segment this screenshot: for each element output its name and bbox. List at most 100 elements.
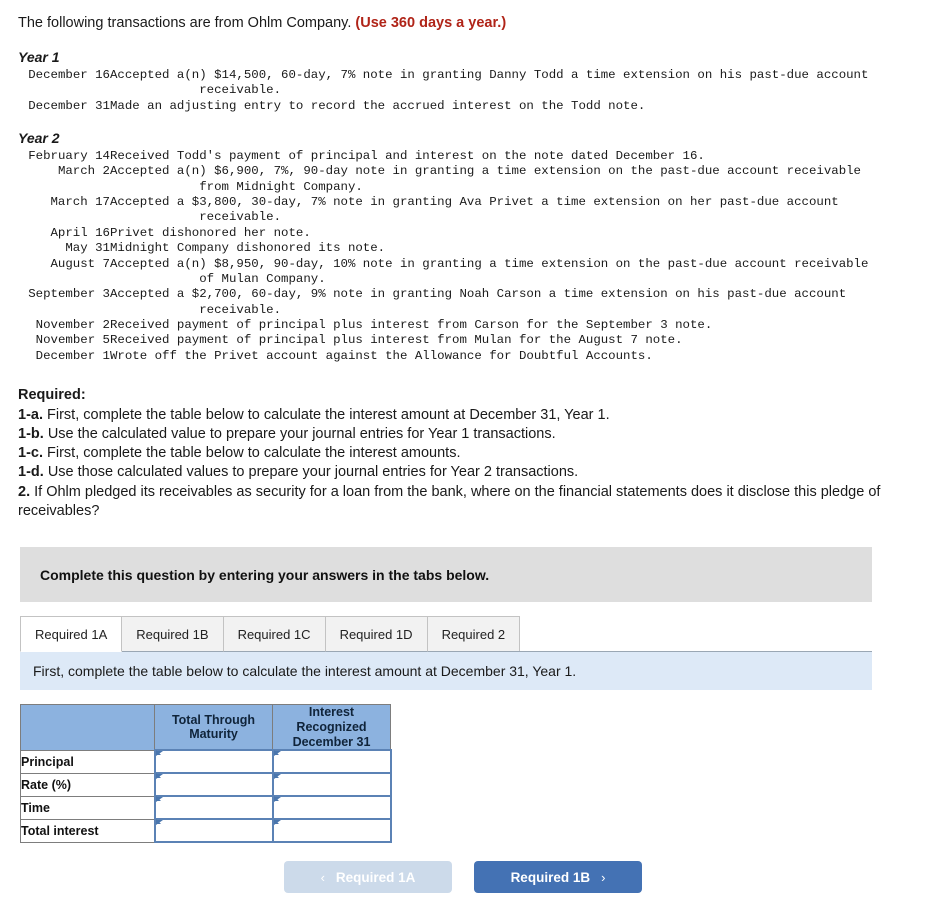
year2-transactions-body: February 14 Received Todd's payment of pr… — [18, 149, 913, 364]
answer-input-cell[interactable] — [153, 795, 274, 821]
answer-row-label: Principal — [20, 749, 155, 774]
answer-table-corner-cell — [20, 704, 155, 751]
answer-input-cell[interactable] — [153, 772, 274, 798]
tab-required-1b[interactable]: Required 1B — [121, 616, 224, 653]
answer-input-cell[interactable] — [153, 818, 274, 844]
required-item-text: Use the calculated value to prepare your… — [47, 425, 556, 442]
required-item-label: 2. — [18, 483, 35, 500]
intro-text: The following transactions are from Ohlm… — [18, 15, 352, 31]
transaction-row: April 16 Privet dishonored her note. — [18, 226, 913, 241]
required-item-text: First, complete the table below to calcu… — [47, 445, 461, 462]
transaction-description: Accepted a(n) $14,500, 60-day, 7% note i… — [110, 67, 869, 98]
answer-table-column-header: Total Through Maturity — [154, 704, 273, 751]
tab-instruction-text: First, complete the table below to calcu… — [33, 663, 577, 680]
answer-input-cell[interactable] — [271, 749, 392, 775]
transaction-row: May 31 Midnight Company dishonored its no… — [18, 241, 913, 256]
tab-required-1c[interactable]: Required 1C — [222, 616, 326, 653]
tab-label: Required 2 — [441, 627, 506, 643]
chevron-right-icon: › — [601, 869, 606, 885]
interest-calculation-table: Total Through Maturity Interest Recognize… — [20, 704, 392, 844]
intro-paragraph: The following transactions are from Ohlm… — [0, 0, 926, 33]
cell-marker-icon — [155, 750, 163, 757]
answer-table-head: Total Through Maturity Interest Recognize… — [20, 704, 391, 751]
tab-navigation: ‹ Required 1A Required 1B › — [0, 861, 926, 917]
tab-required-1d[interactable]: Required 1D — [324, 616, 428, 653]
transaction-description: Midnight Company dishonored its note. — [110, 241, 386, 256]
transaction-description: Accepted a $2,700, 60-day, 9% note in gr… — [110, 287, 847, 317]
transaction-row: August 7 Accepted a(n) $8,950, 90-day, 10… — [18, 257, 913, 288]
transaction-date: December 31 — [28, 98, 110, 113]
tab-instruction-bar: First, complete the table below to calcu… — [20, 652, 872, 691]
required-item: 2. If Ohlm pledged its receivables as se… — [18, 483, 908, 522]
required-item-label: 1-b. — [18, 425, 48, 442]
required-item-label: 1-c. — [18, 445, 48, 462]
cell-marker-icon — [273, 819, 281, 826]
intro-note: (Use 360 days a year.) — [355, 15, 507, 31]
answer-table-row: Rate (%) — [20, 772, 392, 798]
year2-transactions-table: February 14 Received Todd's payment of pr… — [18, 149, 913, 364]
tab-label: Required 1C — [237, 627, 311, 643]
transaction-description: Privet dishonored her note. — [110, 225, 311, 240]
year1-heading: Year 1 — [18, 48, 60, 65]
tab-required-2[interactable]: Required 2 — [426, 616, 521, 653]
cell-marker-icon — [273, 773, 281, 780]
transaction-date: February 14 — [28, 148, 110, 163]
transaction-date: September 3 — [28, 287, 110, 302]
answer-table-row: Total interest — [20, 818, 392, 844]
transaction-row: September 3 Accepted a $2,700, 60-day, 9%… — [18, 287, 913, 318]
transaction-description: Received Todd's payment of principal and… — [110, 148, 705, 163]
answer-input-cell[interactable] — [153, 749, 274, 775]
previous-tab-button[interactable]: ‹ Required 1A — [284, 861, 452, 894]
required-item-label: 1-a. — [18, 406, 48, 423]
cell-marker-icon — [273, 750, 281, 757]
tab-label: Required 1B — [136, 627, 209, 643]
required-item-text: Use those calculated values to prepare y… — [47, 464, 579, 481]
answer-input-cell[interactable] — [271, 795, 392, 821]
answer-table-wrapper: Total Through Maturity Interest Recognize… — [20, 704, 926, 844]
tab-required-1a[interactable]: Required 1A — [20, 616, 123, 653]
required-item: 1-c. First, complete the table below to … — [18, 444, 908, 463]
transaction-row: March 17 Accepted a $3,800, 30-day, 7% no… — [18, 195, 913, 226]
year1-transactions-body: December 16 Accepted a(n) $14,500, 60-day… — [18, 68, 913, 114]
answer-row-label: Rate (%) — [20, 772, 155, 797]
required-item-text: If Ohlm pledged its receivables as secur… — [18, 483, 881, 519]
cell-marker-icon — [273, 796, 281, 803]
answer-tabs: Required 1A Required 1B Required 1C Require… — [20, 616, 872, 653]
transaction-row: February 14 Received Todd's payment of pr… — [18, 149, 913, 164]
year1-transactions-table: December 16 Accepted a(n) $14,500, 60-day… — [18, 68, 913, 114]
transaction-description: Accepted a(n) $6,900, 7%, 90-day note in… — [110, 164, 861, 194]
transaction-date: December 16 — [28, 67, 110, 82]
chevron-left-icon: ‹ — [320, 869, 325, 885]
answer-input-cell[interactable] — [271, 772, 392, 798]
next-tab-label: Required 1B — [510, 869, 591, 885]
required-item-text: First, complete the table below to calcu… — [47, 406, 610, 423]
complete-question-banner: Complete this question by entering your … — [20, 547, 872, 603]
answer-table-header-row: Total Through Maturity Interest Recognize… — [20, 704, 391, 751]
required-item: 1-d. Use those calculated values to prep… — [18, 463, 908, 482]
transaction-row: March 2 Accepted a(n) $6,900, 7%, 90-day … — [18, 164, 913, 195]
transaction-date: November 5 — [35, 333, 110, 348]
transaction-description: Accepted a(n) $8,950, 90-day, 10% note i… — [110, 256, 869, 286]
transaction-date: March 2 — [57, 164, 110, 179]
transaction-row: December 31 Made an adjusting entry to re… — [18, 99, 913, 114]
transaction-date: August 7 — [50, 256, 111, 271]
transaction-date: December 1 — [35, 348, 110, 363]
previous-tab-label: Required 1A — [335, 869, 416, 885]
answer-table-row: Principal — [20, 749, 392, 775]
answer-row-label: Time — [20, 795, 155, 820]
answer-row-label: Total interest — [20, 818, 155, 843]
cell-marker-icon — [155, 819, 163, 826]
transaction-date: May 31 — [65, 241, 110, 256]
cell-marker-icon — [155, 773, 163, 780]
required-item-label: 1-d. — [18, 464, 48, 481]
cell-marker-icon — [155, 796, 163, 803]
question-page: The following transactions are from Ohlm… — [0, 0, 926, 917]
answer-input-cell[interactable] — [271, 818, 392, 844]
transaction-row: December 1 Wrote off the Privet account a… — [18, 349, 913, 364]
transaction-date: March 17 — [50, 195, 111, 210]
tab-label: Required 1A — [35, 627, 108, 643]
transaction-description: Received payment of principal plus inter… — [110, 318, 713, 333]
transaction-description: Wrote off the Privet account against the… — [110, 348, 653, 363]
next-tab-button[interactable]: Required 1B › — [474, 861, 642, 894]
year2-heading: Year 2 — [18, 129, 60, 146]
